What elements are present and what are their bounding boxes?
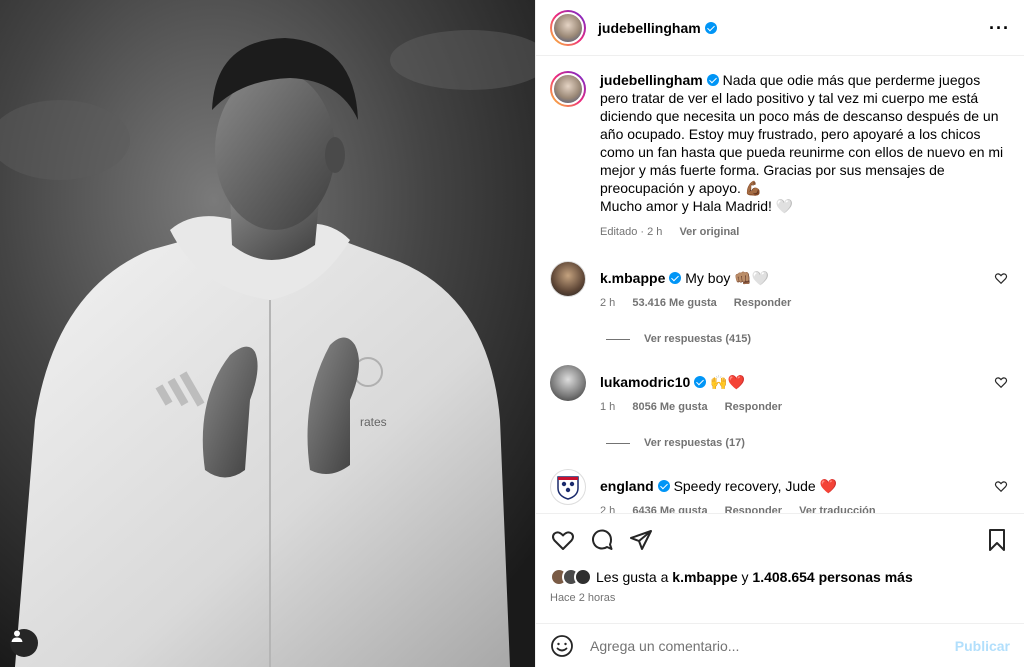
tagged-users-button[interactable] [10,629,38,657]
reply-button[interactable]: Responder [725,401,782,413]
comment-likes[interactable]: 8056 Me gusta [632,401,707,413]
reply-button[interactable]: Responder [725,505,782,513]
more-options-icon[interactable]: ··· [989,19,1010,37]
comment-time: 2 h [600,297,616,309]
england-crest-icon [557,476,579,500]
author-username[interactable]: judebellingham [598,20,701,36]
comments-list[interactable]: judebellingham Nada que odie más que per… [536,57,1024,513]
comment-input[interactable]: Agrega un comentario... [590,638,739,654]
verified-icon [704,21,717,34]
view-replies-label: Ver respuestas (17) [644,437,745,449]
heart-icon [552,531,574,550]
like-button[interactable] [550,527,576,553]
comment-button[interactable] [589,527,615,553]
view-replies-button[interactable]: Ver respuestas (17) [606,437,1008,449]
author-avatar[interactable] [550,9,586,46]
caption-text: Nada que odie más que perderme juegos pe… [600,72,1004,196]
comment-time: 2 h [600,505,616,513]
bookmark-icon [989,529,1005,551]
commenter-username[interactable]: england [600,478,654,494]
commenter-avatar[interactable] [550,469,586,505]
likes-connector: y [741,569,749,585]
comment-text: 🙌❤️ [710,374,746,390]
publish-button[interactable]: Publicar [955,638,1010,654]
view-replies-label: Ver respuestas (415) [644,333,752,345]
comment-icon [592,529,613,550]
liker-avatar[interactable] [574,568,592,586]
player-illustration: rates [0,0,535,667]
commenter-avatar[interactable] [550,261,586,297]
commenter-avatar[interactable] [550,365,586,401]
user-icon [11,630,23,642]
comment-text: My boy 👊🏽🤍 [685,270,770,286]
see-original-link[interactable]: Ver original [679,226,739,238]
likes-count-link[interactable]: 1.408.654 personas más [752,569,912,585]
verified-icon [694,376,707,388]
verified-icon [657,480,670,492]
caption-username[interactable]: judebellingham [600,72,703,88]
comment-item: lukamodric10 🙌❤️ 1 h 8056 Me gusta Respo… [550,365,1008,413]
edited-timestamp: Editado · 2 h [600,226,663,238]
photo-text: rates [360,415,387,429]
post-photo[interactable]: rates [0,0,535,667]
comment-likes[interactable]: 53.416 Me gusta [632,297,716,309]
save-button[interactable] [984,527,1010,553]
post-time: Hace 2 horas [550,592,616,604]
like-comment-icon[interactable] [994,479,1008,493]
post-caption: judebellingham Nada que odie más que per… [550,71,1008,241]
verified-icon [669,272,682,284]
send-icon [630,530,652,550]
reply-button[interactable]: Responder [734,297,791,309]
verified-icon [706,74,719,86]
post-header: judebellingham ··· [536,0,1024,56]
share-button[interactable] [628,527,654,553]
comment-text: Speedy recovery, Jude ❤️ [673,478,838,494]
likes-prefix: Les gusta a [596,569,669,585]
post-viewer: rates judebellingham ··· judebellingham … [0,0,1024,667]
post-actions: Les gusta a k.mbappe y 1.408.654 persona… [536,513,1024,604]
likes-user-link[interactable]: k.mbappe [672,569,737,585]
comment-likes[interactable]: 6436 Me gusta [632,505,707,513]
like-comment-icon[interactable] [994,271,1008,285]
comment-item: k.mbappe My boy 👊🏽🤍 2 h 53.416 Me gusta … [550,261,1008,309]
commenter-username[interactable]: lukamodric10 [600,374,690,390]
caption-avatar[interactable] [550,71,586,107]
like-comment-icon[interactable] [994,375,1008,389]
post-side-panel: judebellingham ··· judebellingham Nada q… [535,0,1024,667]
comment-composer: Agrega un comentario... Publicar [536,623,1024,667]
caption-text-line2: Mucho amor y Hala Madrid! 🤍 [600,198,794,214]
comment-time: 1 h [600,401,616,413]
comment-item: england Speedy recovery, Jude ❤️ 2 h 643… [550,469,1008,513]
view-replies-button[interactable]: Ver respuestas (415) [606,333,1008,345]
commenter-username[interactable]: k.mbappe [600,270,665,286]
likes-summary: Les gusta a k.mbappe y 1.408.654 persona… [550,568,1010,586]
translate-button[interactable]: Ver traducción [799,505,875,513]
emoji-icon[interactable] [550,634,574,658]
